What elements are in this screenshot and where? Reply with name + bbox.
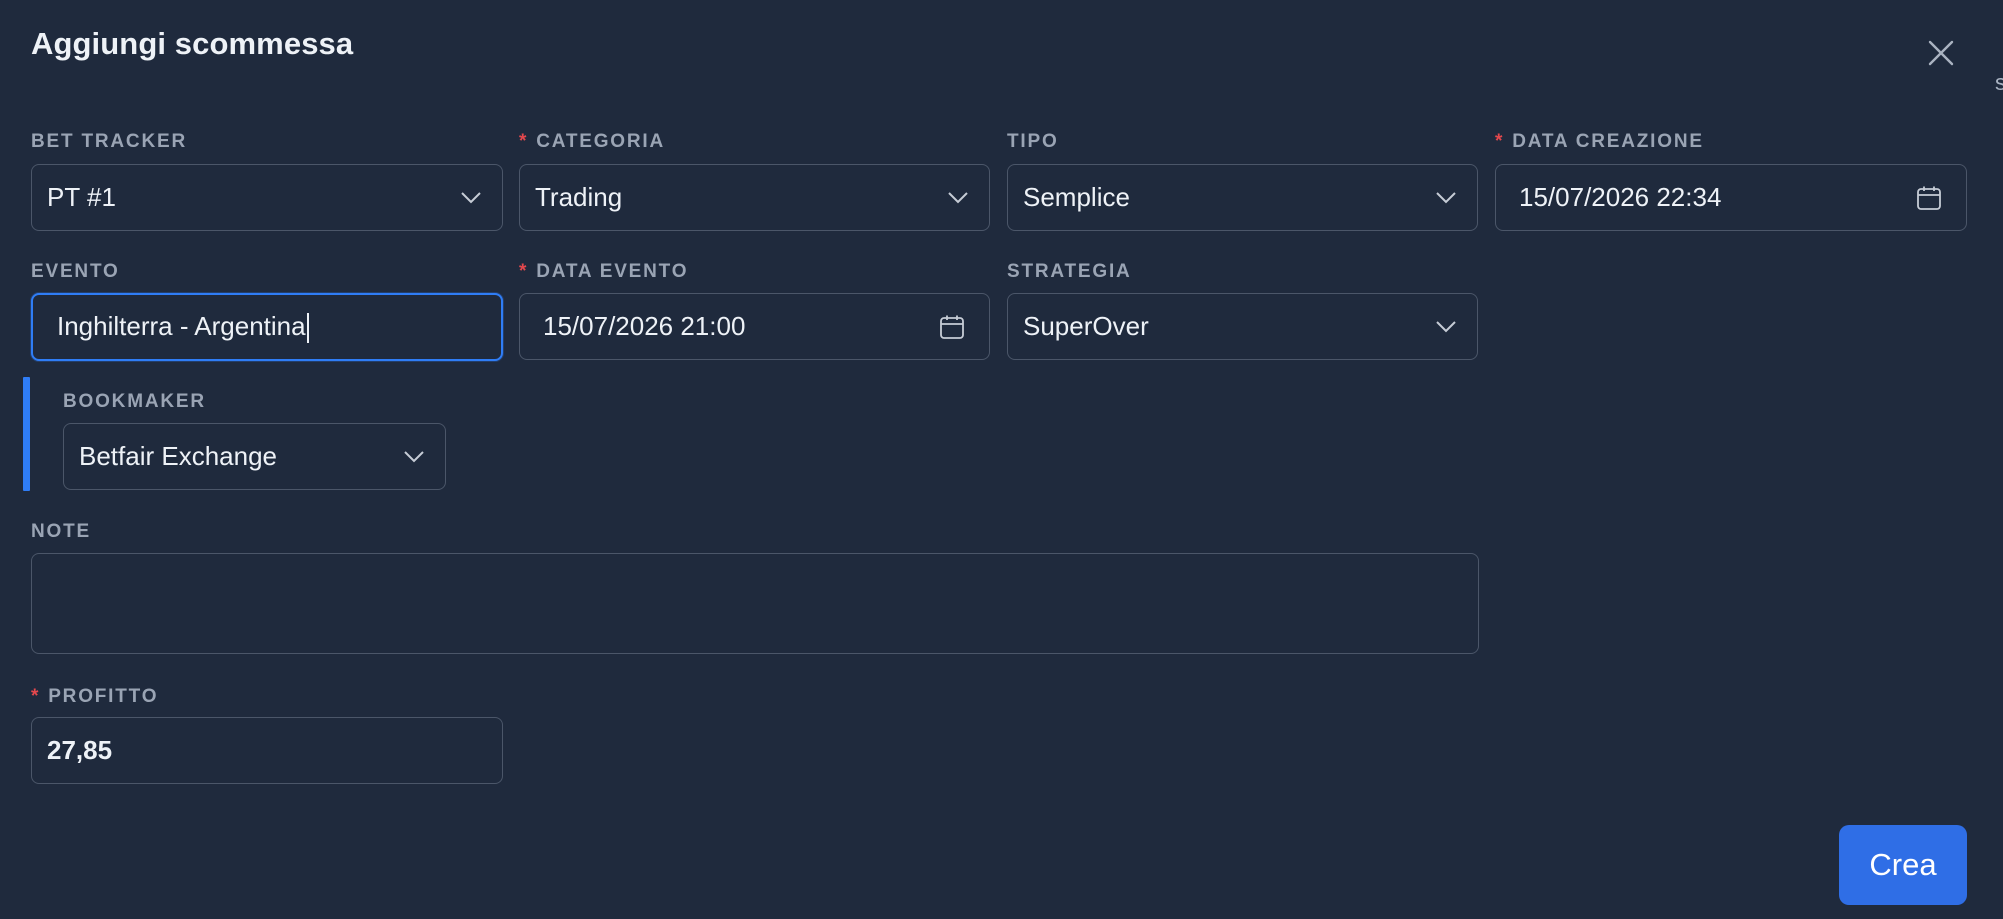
event-date-picker[interactable]: 15/07/2026 21:00 <box>519 293 990 360</box>
calendar-icon <box>1917 186 1941 210</box>
bet-tracker-select[interactable]: PT #1 <box>31 164 503 231</box>
chevron-down-icon <box>1436 320 1456 332</box>
dialog-title: Aggiungi scommessa <box>31 26 354 61</box>
required-marker: * <box>519 261 529 282</box>
calendar-icon <box>940 315 964 339</box>
event-input[interactable]: Inghilterra - Argentina <box>31 293 503 361</box>
creation-date-picker[interactable]: 15/07/2026 22:34 <box>1495 164 1967 231</box>
event-value: Inghilterra - Argentina <box>57 310 306 341</box>
bookmaker-value: Betfair Exchange <box>79 441 278 471</box>
bookmaker-group-accent <box>23 377 30 491</box>
note-label: NOTE <box>31 521 91 542</box>
type-select[interactable]: Semplice <box>1007 164 1478 231</box>
close-button[interactable] <box>1924 36 1958 70</box>
strategy-label: STRATEGIA <box>1007 261 1132 282</box>
chevron-down-icon <box>948 191 968 203</box>
create-button[interactable]: Crea <box>1839 825 1967 905</box>
required-marker: * <box>31 686 41 707</box>
close-icon <box>1928 40 1954 66</box>
chevron-down-icon <box>1436 191 1456 203</box>
bet-tracker-value: PT #1 <box>47 182 116 212</box>
bookmaker-select[interactable]: Betfair Exchange <box>63 423 446 490</box>
category-select[interactable]: Trading <box>519 164 990 231</box>
category-value: Trading <box>535 182 623 212</box>
profit-input[interactable]: 27,85 <box>31 717 503 784</box>
category-label: * CATEGORIA <box>519 131 665 152</box>
type-label: TIPO <box>1007 131 1059 152</box>
chevron-down-icon <box>404 450 424 462</box>
chevron-down-icon <box>461 191 481 203</box>
event-label: EVENTO <box>31 261 120 282</box>
event-date-label: * DATA EVENTO <box>519 261 689 282</box>
required-marker: * <box>519 131 529 152</box>
profit-value: 27,85 <box>47 735 113 765</box>
required-marker: * <box>1495 131 1505 152</box>
bet-tracker-label: BET TRACKER <box>31 131 187 152</box>
note-textarea[interactable] <box>31 553 1479 654</box>
strategy-value: SuperOver <box>1023 311 1149 341</box>
background-edge-glyph: s <box>1995 70 2003 95</box>
creation-date-value: 15/07/2026 22:34 <box>1519 182 1722 212</box>
strategy-select[interactable]: SuperOver <box>1007 293 1478 360</box>
creation-date-label: * DATA CREAZIONE <box>1495 131 1704 152</box>
event-date-value: 15/07/2026 21:00 <box>543 311 746 341</box>
text-caret <box>306 313 309 344</box>
type-value: Semplice <box>1023 182 1130 212</box>
bookmaker-label: BOOKMAKER <box>63 391 206 412</box>
add-bet-dialog: Aggiungi scommessa s BET TRACKER PT #1 *… <box>0 0 2003 919</box>
profit-label: * PROFITTO <box>31 686 159 707</box>
event-value-wrapper: Inghilterra - Argentina <box>33 310 309 344</box>
